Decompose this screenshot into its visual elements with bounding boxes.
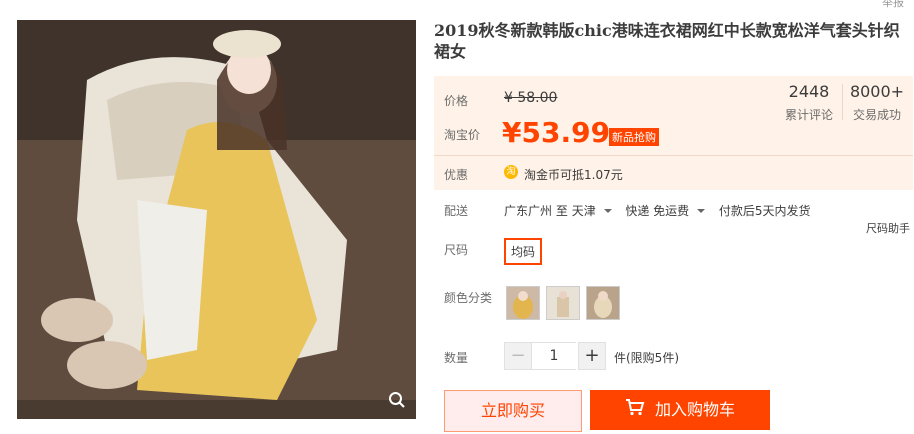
- price-panel: 价格 ¥ 58.00 淘宝价 ¥53.99 新品抢购 2448 累计评论 800…: [434, 76, 913, 190]
- shipping-from: 广东广州: [504, 204, 553, 218]
- shipping-to-word: 至: [555, 204, 568, 218]
- size-label: 尺码: [444, 243, 469, 257]
- size-helper-link[interactable]: 尺码助手: [866, 220, 910, 236]
- add-to-cart-button[interactable]: 加入购物车: [590, 390, 770, 430]
- quantity-unit: 件(限购5件): [614, 351, 679, 365]
- buy-now-button[interactable]: 立即购买: [444, 390, 582, 432]
- color-label: 颜色分类: [444, 291, 493, 305]
- add-to-cart-label: 加入购物车: [654, 400, 735, 419]
- quantity-minus-button[interactable]: −: [504, 342, 532, 370]
- sales-count: 8000+: [849, 82, 905, 101]
- price-divider: [434, 155, 913, 156]
- shipping-method[interactable]: 快递 免运费: [625, 204, 689, 218]
- taobao-coin-icon: 淘: [504, 165, 518, 179]
- shipping-label: 配送: [444, 204, 469, 218]
- size-option-one-size[interactable]: 均码: [504, 238, 543, 265]
- shipping-info: 广东广州 至 天津 快递 免运费 付款后5天内发货: [504, 202, 810, 219]
- shipping-destination[interactable]: 天津: [572, 204, 596, 218]
- cart-icon: [625, 391, 645, 431]
- quantity-plus-button[interactable]: +: [578, 342, 606, 370]
- color-option-3[interactable]: [586, 286, 620, 320]
- current-price: ¥53.99: [502, 116, 611, 149]
- destination-chevron-down-icon[interactable]: [603, 209, 612, 213]
- promo-amount: 1.07元: [584, 168, 623, 182]
- reviews-label[interactable]: 累计评论: [774, 106, 844, 123]
- price-label: 价格: [444, 94, 469, 108]
- taobao-price-label: 淘宝价: [444, 128, 481, 142]
- shipping-time: 付款后5天内发货: [718, 204, 811, 218]
- promo-label: 优惠: [444, 168, 469, 182]
- sales-label: 交易成功: [852, 108, 901, 122]
- product-main-image[interactable]: [17, 20, 416, 419]
- promo-text-main: 淘金币可抵: [524, 168, 585, 182]
- new-product-badge: 新品抢购: [609, 128, 659, 146]
- promo-text: 淘金币可抵1.07元: [524, 166, 623, 183]
- color-option-1[interactable]: [506, 286, 540, 320]
- quantity-input[interactable]: 1: [532, 342, 576, 370]
- reviews-count[interactable]: 2448: [774, 82, 844, 101]
- color-option-2[interactable]: [546, 286, 580, 320]
- method-chevron-down-icon[interactable]: [697, 209, 706, 213]
- original-price: ¥ 58.00: [504, 90, 558, 106]
- quantity-label: 数量: [444, 351, 469, 365]
- product-title: 2019秋冬新款韩版chic港味连衣裙网红中长款宽松洋气套头针织裙女: [434, 21, 900, 61]
- report-link[interactable]: 举报: [882, 0, 904, 10]
- zoom-icon[interactable]: [388, 391, 410, 413]
